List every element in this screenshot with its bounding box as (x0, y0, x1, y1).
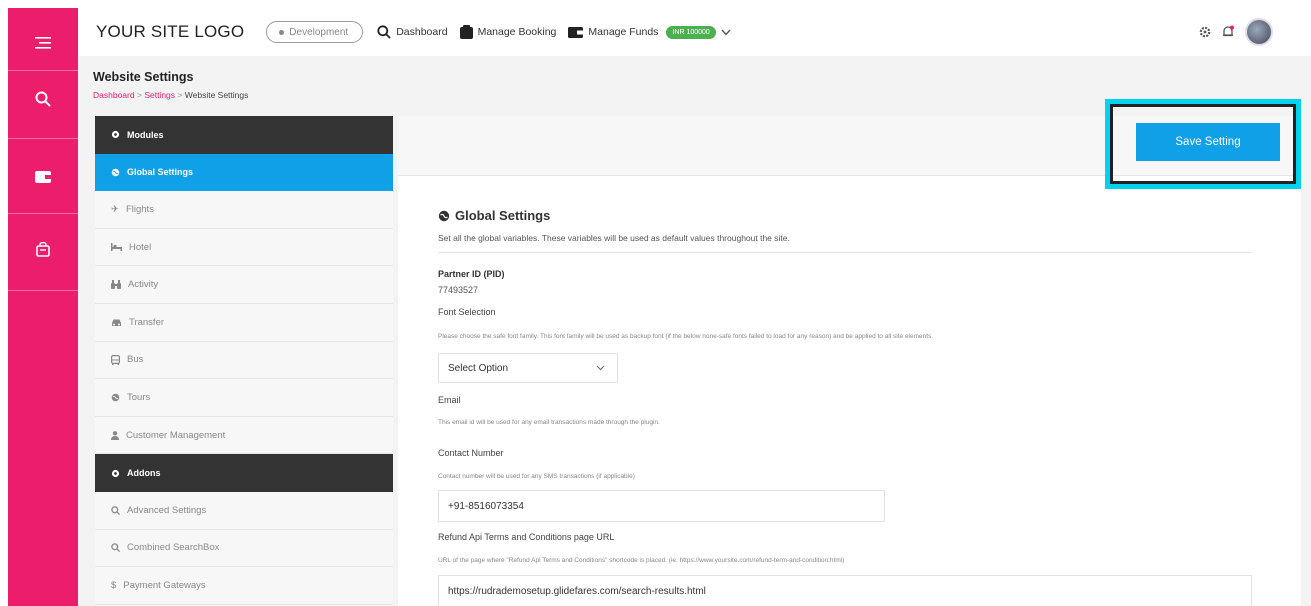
menu-icon (35, 37, 51, 49)
sidebar-group-modules: Modules (95, 116, 393, 154)
rail-wallet-button[interactable] (8, 142, 78, 212)
sidebar-item-label: Global Settings (127, 167, 194, 178)
sidebar-item-label: Customer Management (126, 429, 226, 441)
rail-bag-button[interactable] (8, 214, 78, 284)
sidebar-item-label: Advanced Settings (127, 504, 207, 516)
sidebar-item-hotel[interactable]: Hotel (95, 229, 393, 267)
nav-manage-funds[interactable]: Manage Funds INR 100000 (568, 25, 731, 39)
sidebar-group-addons: Addons (95, 454, 393, 492)
binoculars-icon (111, 280, 121, 290)
sidebar-item-customer-management[interactable]: Customer Management (95, 417, 393, 455)
bus-icon (111, 354, 120, 365)
bed-icon (111, 243, 122, 252)
sidebar-item-combined-searchbox[interactable]: Combined SearchBox (95, 530, 393, 568)
rail-divider (8, 290, 78, 291)
site-logo[interactable]: YOUR SITE LOGO (96, 22, 244, 42)
gear-icon (111, 469, 120, 477)
chevron-down-icon[interactable] (721, 29, 731, 36)
notification-bell-icon[interactable] (1221, 25, 1235, 39)
sidebar-item-activity[interactable]: Activity (95, 266, 393, 304)
sidebar-group-label: Modules (127, 129, 164, 140)
chevron-down-icon (596, 365, 605, 371)
page-title: Website Settings (93, 70, 194, 84)
sidebar-item-tours[interactable]: Tours (95, 379, 393, 417)
sidebar-item-label: Payment Gateways (123, 579, 206, 591)
gear-icon[interactable] (1199, 26, 1211, 38)
section-title-text: Global Settings (455, 208, 551, 223)
environment-toggle[interactable]: Development (266, 21, 364, 43)
email-hint: This email id will be used for any email… (438, 419, 660, 426)
sidebar-item-label: Flights (125, 203, 154, 215)
sidebar-item-payment-gateways[interactable]: $ Payment Gateways (95, 567, 393, 605)
refund-url-field[interactable]: https://rudrademosetup.glidefares.com/se… (438, 575, 1252, 606)
section-description: Set all the global variables. These vari… (438, 233, 790, 243)
nav-manage-booking[interactable]: Manage Booking (459, 25, 557, 39)
sidebar-item-label: Combined SearchBox (127, 542, 220, 554)
status-dot-icon (279, 29, 285, 35)
environment-label: Development (289, 26, 349, 38)
font-select-value: Select Option (448, 362, 509, 374)
breadcrumb: Dashboard > Settings > Website Settings (93, 90, 248, 100)
shopping-bag-icon (36, 241, 50, 257)
car-icon (112, 319, 121, 326)
font-selection-label: Font Selection (438, 307, 496, 317)
plane-icon: ✈ (111, 203, 119, 215)
refund-url-label: Refund Api Terms and Conditions page URL (438, 532, 615, 542)
header-actions (1199, 18, 1273, 46)
breadcrumb-separator: > (136, 90, 142, 100)
gear-icon (111, 131, 120, 139)
rail-search-button[interactable] (8, 64, 78, 134)
breadcrumb-settings[interactable]: Settings (144, 90, 175, 100)
partner-id-value: 77493527 (438, 285, 479, 295)
font-select[interactable]: Select Option (438, 353, 618, 383)
booking-icon (459, 25, 473, 39)
funds-badge: INR 100000 (666, 25, 716, 39)
rail-divider (8, 138, 78, 139)
partner-id-label: Partner ID (PID) (438, 269, 505, 279)
contact-number-hint: Contact number will be used for any SMS … (438, 473, 635, 480)
refund-url-hint: URL of the page where "Refund Api Terms … (438, 557, 845, 564)
sidebar-item-label: Hotel (129, 241, 152, 253)
email-label: Email (438, 395, 461, 405)
search-icon (377, 25, 391, 39)
sidebar-item-label: Transfer (129, 316, 165, 328)
settings-sidebar: Modules Global Settings ✈ Flights Hotel … (95, 116, 393, 606)
section-title: Global Settings (438, 208, 550, 223)
wallet-icon (568, 26, 584, 38)
search-icon (35, 91, 51, 107)
save-setting-button[interactable]: Save Setting (1136, 123, 1280, 161)
settings-panel: Save Setting Global Settings Set all the… (398, 99, 1301, 606)
sidebar-item-label: Activity (128, 279, 159, 291)
sidebar-item-advanced-settings[interactable]: Advanced Settings (95, 492, 393, 530)
breadcrumb-separator: > (177, 90, 183, 100)
top-header: YOUR SITE LOGO Development Dashboard Man… (78, 8, 1311, 56)
search-icon (111, 543, 120, 553)
left-rail (8, 8, 78, 606)
search-icon (111, 506, 120, 515)
sidebar-group-label: Addons (127, 468, 161, 479)
breadcrumb-dashboard[interactable]: Dashboard (93, 90, 135, 100)
sidebar-item-global-settings[interactable]: Global Settings (95, 153, 393, 192)
nav-manage-funds-label: Manage Funds (588, 26, 659, 38)
dollar-icon: $ (111, 579, 117, 591)
font-selection-hint: Please choose the safe font family. This… (438, 333, 934, 340)
nav-manage-booking-label: Manage Booking (477, 26, 557, 38)
globe-icon (111, 393, 120, 402)
globe-icon (438, 210, 450, 221)
wallet-icon (35, 171, 51, 183)
sidebar-item-bus[interactable]: Bus (95, 342, 393, 380)
sidebar-item-label: Bus (127, 354, 144, 366)
user-avatar[interactable] (1245, 18, 1273, 46)
contact-number-label: Contact Number (438, 448, 504, 458)
sidebar-item-flights[interactable]: ✈ Flights (95, 191, 393, 229)
globe-icon (111, 168, 120, 177)
user-icon (111, 430, 119, 440)
nav-dashboard-label: Dashboard (396, 26, 448, 38)
nav-dashboard[interactable]: Dashboard (377, 25, 448, 39)
sidebar-item-transfer[interactable]: Transfer (95, 304, 393, 342)
breadcrumb-current: Website Settings (184, 90, 249, 100)
sidebar-item-label: Tours (127, 391, 151, 403)
section-divider (438, 252, 1252, 253)
contact-number-field[interactable]: +91-8516073354 (438, 490, 885, 522)
